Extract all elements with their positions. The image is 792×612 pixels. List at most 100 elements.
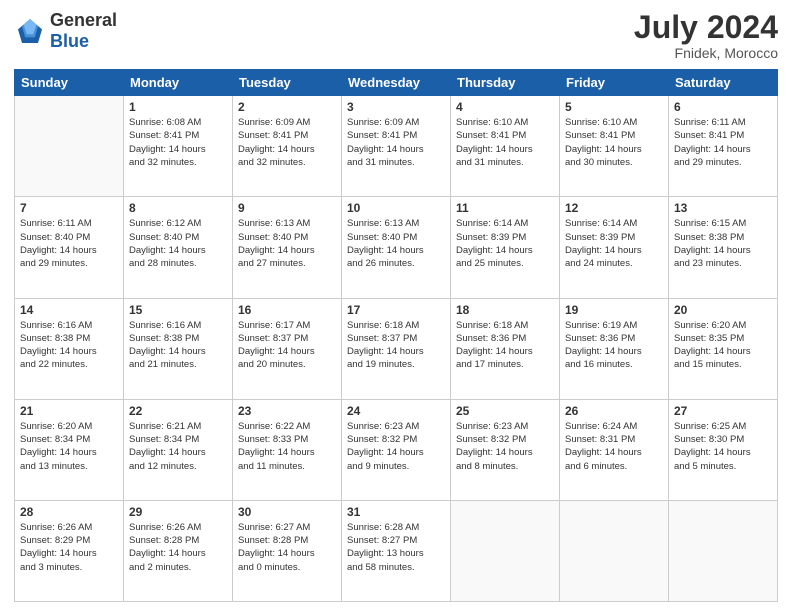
calendar-cell: 3 Sunrise: 6:09 AM Sunset: 8:41 PM Daylig… [342, 96, 451, 197]
calendar-cell: 24 Sunrise: 6:23 AM Sunset: 8:32 PM Dayli… [342, 399, 451, 500]
day-info: Sunrise: 6:13 AM Sunset: 8:40 PM Dayligh… [347, 217, 445, 270]
day-number: 15 [129, 303, 227, 317]
calendar-cell: 1Sunrise: 6:08 AM Sunset: 8:41 PM Daylig… [124, 96, 233, 197]
day-number: 16 [238, 303, 336, 317]
day-info: Sunrise: 6:18 AM Sunset: 8:36 PM Dayligh… [456, 319, 554, 372]
day-number: 9 [238, 201, 336, 215]
calendar-cell: 6Sunrise: 6:11 AM Sunset: 8:41 PM Daylig… [669, 96, 778, 197]
day-number: 26 [565, 404, 663, 418]
calendar-cell: 7Sunrise: 6:11 AM Sunset: 8:40 PM Daylig… [15, 197, 124, 298]
day-info: Sunrise: 6:14 AM Sunset: 8:39 PM Dayligh… [456, 217, 554, 270]
calendar-cell: 4 Sunrise: 6:10 AM Sunset: 8:41 PM Daylig… [451, 96, 560, 197]
col-sunday: Sunday [15, 70, 124, 96]
calendar-cell: 28 Sunrise: 6:26 AM Sunset: 8:29 PM Dayli… [15, 500, 124, 601]
calendar-cell [15, 96, 124, 197]
day-info: Sunrise: 6:23 AM Sunset: 8:32 PM Dayligh… [347, 420, 445, 473]
day-number: 10 [347, 201, 445, 215]
day-info: Sunrise: 6:16 AM Sunset: 8:38 PM Dayligh… [129, 319, 227, 372]
calendar-cell [560, 500, 669, 601]
calendar-cell: 15 Sunrise: 6:16 AM Sunset: 8:38 PM Dayli… [124, 298, 233, 399]
calendar-cell: 25Sunrise: 6:23 AM Sunset: 8:32 PM Dayli… [451, 399, 560, 500]
col-saturday: Saturday [669, 70, 778, 96]
calendar-cell [669, 500, 778, 601]
day-info: Sunrise: 6:17 AM Sunset: 8:37 PM Dayligh… [238, 319, 336, 372]
calendar-body: 1Sunrise: 6:08 AM Sunset: 8:41 PM Daylig… [15, 96, 778, 602]
day-info: Sunrise: 6:10 AM Sunset: 8:41 PM Dayligh… [565, 116, 663, 169]
day-info: Sunrise: 6:09 AM Sunset: 8:41 PM Dayligh… [347, 116, 445, 169]
day-number: 23 [238, 404, 336, 418]
day-number: 11 [456, 201, 554, 215]
day-info: Sunrise: 6:27 AM Sunset: 8:28 PM Dayligh… [238, 521, 336, 574]
calendar-cell: 26 Sunrise: 6:24 AM Sunset: 8:31 PM Dayli… [560, 399, 669, 500]
calendar-cell: 11 Sunrise: 6:14 AM Sunset: 8:39 PM Dayli… [451, 197, 560, 298]
day-number: 5 [565, 100, 663, 114]
calendar-header: Sunday Monday Tuesday Wednesday Thursday… [15, 70, 778, 96]
day-number: 8 [129, 201, 227, 215]
day-info: Sunrise: 6:18 AM Sunset: 8:37 PM Dayligh… [347, 319, 445, 372]
day-info: Sunrise: 6:22 AM Sunset: 8:33 PM Dayligh… [238, 420, 336, 473]
col-monday: Monday [124, 70, 233, 96]
month-year: July 2024 [634, 10, 778, 45]
col-thursday: Thursday [451, 70, 560, 96]
day-info: Sunrise: 6:20 AM Sunset: 8:35 PM Dayligh… [674, 319, 772, 372]
day-info: Sunrise: 6:26 AM Sunset: 8:29 PM Dayligh… [20, 521, 118, 574]
col-tuesday: Tuesday [233, 70, 342, 96]
calendar-cell: 22Sunrise: 6:21 AM Sunset: 8:34 PM Dayli… [124, 399, 233, 500]
calendar-cell: 27 Sunrise: 6:25 AM Sunset: 8:30 PM Dayli… [669, 399, 778, 500]
day-number: 12 [565, 201, 663, 215]
calendar-cell: 9 Sunrise: 6:13 AM Sunset: 8:40 PM Daylig… [233, 197, 342, 298]
calendar-cell: 20 Sunrise: 6:20 AM Sunset: 8:35 PM Dayli… [669, 298, 778, 399]
page: General Blue July 2024 Fnidek, Morocco S… [0, 0, 792, 612]
day-number: 6 [674, 100, 772, 114]
calendar-cell: 16 Sunrise: 6:17 AM Sunset: 8:37 PM Dayli… [233, 298, 342, 399]
day-number: 20 [674, 303, 772, 317]
calendar-cell: 31 Sunrise: 6:28 AM Sunset: 8:27 PM Dayli… [342, 500, 451, 601]
header: General Blue July 2024 Fnidek, Morocco [14, 10, 778, 61]
col-wednesday: Wednesday [342, 70, 451, 96]
day-info: Sunrise: 6:13 AM Sunset: 8:40 PM Dayligh… [238, 217, 336, 270]
day-number: 2 [238, 100, 336, 114]
calendar-cell: 12 Sunrise: 6:14 AM Sunset: 8:39 PM Dayli… [560, 197, 669, 298]
day-number: 28 [20, 505, 118, 519]
calendar-cell: 5 Sunrise: 6:10 AM Sunset: 8:41 PM Daylig… [560, 96, 669, 197]
day-number: 3 [347, 100, 445, 114]
logo-icon [14, 15, 46, 47]
day-info: Sunrise: 6:19 AM Sunset: 8:36 PM Dayligh… [565, 319, 663, 372]
day-info: Sunrise: 6:26 AM Sunset: 8:28 PM Dayligh… [129, 521, 227, 574]
day-info: Sunrise: 6:15 AM Sunset: 8:38 PM Dayligh… [674, 217, 772, 270]
calendar-week-4: 21Sunrise: 6:20 AM Sunset: 8:34 PM Dayli… [15, 399, 778, 500]
calendar-cell: 18 Sunrise: 6:18 AM Sunset: 8:36 PM Dayli… [451, 298, 560, 399]
calendar-cell: 23 Sunrise: 6:22 AM Sunset: 8:33 PM Dayli… [233, 399, 342, 500]
day-info: Sunrise: 6:16 AM Sunset: 8:38 PM Dayligh… [20, 319, 118, 372]
day-info: Sunrise: 6:09 AM Sunset: 8:41 PM Dayligh… [238, 116, 336, 169]
day-info: Sunrise: 6:14 AM Sunset: 8:39 PM Dayligh… [565, 217, 663, 270]
day-number: 4 [456, 100, 554, 114]
day-number: 27 [674, 404, 772, 418]
day-info: Sunrise: 6:28 AM Sunset: 8:27 PM Dayligh… [347, 521, 445, 574]
day-info: Sunrise: 6:20 AM Sunset: 8:34 PM Dayligh… [20, 420, 118, 473]
calendar-cell: 17Sunrise: 6:18 AM Sunset: 8:37 PM Dayli… [342, 298, 451, 399]
calendar-week-5: 28 Sunrise: 6:26 AM Sunset: 8:29 PM Dayli… [15, 500, 778, 601]
calendar-cell: 19 Sunrise: 6:19 AM Sunset: 8:36 PM Dayli… [560, 298, 669, 399]
day-info: Sunrise: 6:25 AM Sunset: 8:30 PM Dayligh… [674, 420, 772, 473]
logo-text: General Blue [50, 10, 117, 52]
day-number: 18 [456, 303, 554, 317]
calendar-cell: 13Sunrise: 6:15 AM Sunset: 8:38 PM Dayli… [669, 197, 778, 298]
day-number: 14 [20, 303, 118, 317]
day-number: 7 [20, 201, 118, 215]
calendar-cell: 10 Sunrise: 6:13 AM Sunset: 8:40 PM Dayli… [342, 197, 451, 298]
day-number: 29 [129, 505, 227, 519]
day-info: Sunrise: 6:12 AM Sunset: 8:40 PM Dayligh… [129, 217, 227, 270]
day-info: Sunrise: 6:23 AM Sunset: 8:32 PM Dayligh… [456, 420, 554, 473]
day-info: Sunrise: 6:10 AM Sunset: 8:41 PM Dayligh… [456, 116, 554, 169]
calendar-cell: 14 Sunrise: 6:16 AM Sunset: 8:38 PM Dayli… [15, 298, 124, 399]
day-number: 19 [565, 303, 663, 317]
day-number: 31 [347, 505, 445, 519]
day-number: 24 [347, 404, 445, 418]
col-friday: Friday [560, 70, 669, 96]
day-info: Sunrise: 6:24 AM Sunset: 8:31 PM Dayligh… [565, 420, 663, 473]
header-row: Sunday Monday Tuesday Wednesday Thursday… [15, 70, 778, 96]
calendar-cell: 2 Sunrise: 6:09 AM Sunset: 8:41 PM Daylig… [233, 96, 342, 197]
logo: General Blue [14, 10, 117, 52]
calendar-table: Sunday Monday Tuesday Wednesday Thursday… [14, 69, 778, 602]
